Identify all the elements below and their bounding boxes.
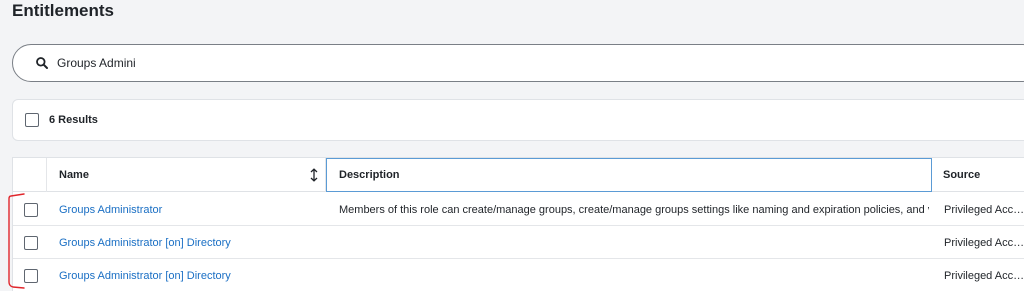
column-header-name[interactable]: Name — [48, 158, 326, 192]
entitlement-name-link[interactable]: Groups Administrator [on] Directory — [59, 226, 231, 259]
results-count: 6 Results — [49, 114, 98, 126]
select-all-checkbox[interactable] — [25, 113, 39, 127]
entitlement-name-link[interactable]: Groups Administrator [on] Directory — [59, 259, 231, 291]
table-row[interactable]: Groups Administrator [on] Directory Priv… — [13, 226, 1024, 259]
table-row[interactable]: Groups Administrator Members of this rol… — [13, 193, 1024, 226]
header-select-cell — [13, 158, 47, 192]
search-value[interactable]: Groups Admini — [57, 56, 136, 70]
entitlement-description — [339, 226, 929, 259]
entitlement-description: Members of this role can create/manage g… — [339, 203, 929, 216]
entitlement-source: Privileged Acc… — [944, 203, 1024, 216]
entitlement-description — [339, 259, 929, 291]
search-icon — [35, 56, 49, 70]
column-header-description[interactable]: Description — [326, 158, 932, 192]
column-header-description-label: Description — [339, 169, 400, 181]
table-header: Name Description Source — [13, 158, 1024, 192]
search-input[interactable]: Groups Admini — [12, 44, 1024, 82]
row-checkbox[interactable] — [24, 269, 38, 283]
entitlement-source: Privileged Acc… — [944, 269, 1024, 282]
results-bar: 6 Results — [12, 99, 1024, 141]
row-checkbox[interactable] — [24, 203, 38, 217]
entitlement-name-link[interactable]: Groups Administrator — [59, 193, 162, 226]
entitlements-table: Name Description Source Groups Administr… — [12, 157, 1024, 291]
column-header-source-label: Source — [943, 169, 981, 181]
page-title: Entitlements — [12, 1, 115, 20]
entitlement-source: Privileged Acc… — [944, 236, 1024, 249]
table-row[interactable]: Groups Administrator [on] Directory Priv… — [13, 259, 1024, 291]
row-checkbox[interactable] — [24, 236, 38, 250]
column-header-name-label: Name — [59, 169, 89, 181]
sort-icon[interactable] — [309, 168, 319, 182]
column-header-source[interactable]: Source — [932, 158, 1024, 192]
